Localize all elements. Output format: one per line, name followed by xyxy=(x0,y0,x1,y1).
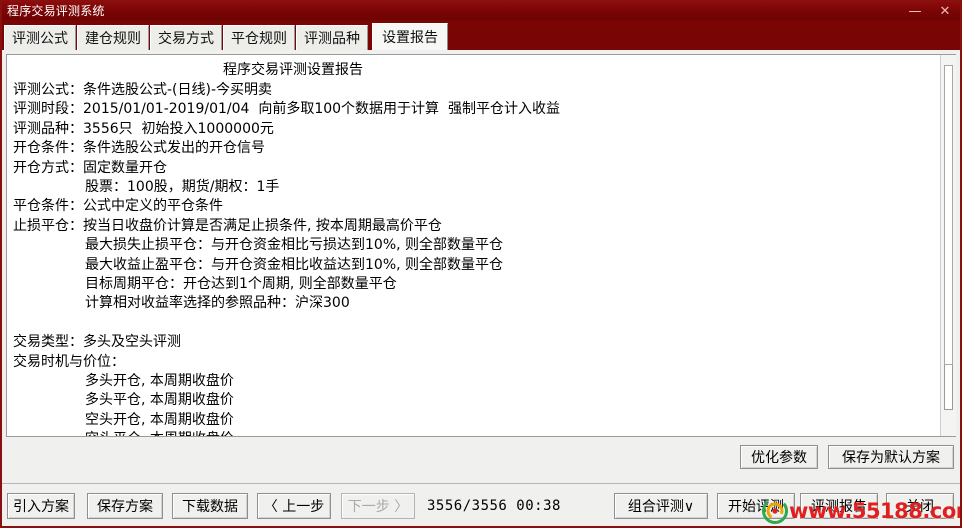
report-line: 空头开仓, 本周期收盘价 xyxy=(85,411,234,428)
bottom-right-button-0[interactable]: 组合评测∨ xyxy=(614,493,708,519)
status-text: 3556/3556 00:38 xyxy=(427,498,561,514)
window-title: 程序交易评测系统 xyxy=(7,4,105,18)
tab-3[interactable]: 平仓规则 xyxy=(223,25,295,50)
title-bar: 程序交易评测系统 — ✕ xyxy=(2,2,960,20)
report-line: 开仓条件：条件选股公式发出的开仓信号 xyxy=(13,140,265,157)
bottom-right-button-2[interactable]: 评测报告 xyxy=(800,493,878,519)
tab-1[interactable]: 建仓规则 xyxy=(77,25,149,50)
bottom-left-button-2[interactable]: 下载数据 xyxy=(172,493,248,519)
close-icon[interactable]: ✕ xyxy=(930,2,960,20)
tab-strip: 评测公式 建仓规则 交易方式 平仓规则 评测品种 设置报告 xyxy=(2,20,960,50)
tab-5-active[interactable]: 设置报告 xyxy=(372,23,448,50)
tab-2[interactable]: 交易方式 xyxy=(150,25,222,50)
report-text-area[interactable]: 程序交易评测设置报告 评测公式：条件选股公式-(日线)-今买明卖评测时段：201… xyxy=(7,55,937,436)
report-line: 多头平仓, 本周期收盘价 xyxy=(85,392,234,409)
report-line: 止损平仓：按当日收盘价计算是否满足止损条件, 按本周期最高价平仓 xyxy=(13,217,442,234)
application-window: 程序交易评测系统 — ✕ 评测公式 建仓规则 交易方式 平仓规则 评测品种 设置报告 程序… xyxy=(0,0,962,528)
bottom-left-button-3[interactable]: 〈 上一步 xyxy=(257,493,331,519)
bottom-right-button-1[interactable]: 开始评测 xyxy=(717,493,795,519)
bottom-left-button-4: 下一步 〉 xyxy=(341,493,415,519)
bottom-toolbar: 3556/3556 00:38 引入方案 保存方案 下载数据〈 上一步 下一步 〉 组合… xyxy=(2,486,960,526)
report-line: 交易时机与价位： xyxy=(13,353,125,370)
report-line: 最大收益止盈平仓：与开仓资金相比收益达到10%, 则全部数量平仓 xyxy=(85,256,504,273)
bottom-right-button-3[interactable]: 关闭 xyxy=(886,493,954,519)
report-title: 程序交易评测设置报告 xyxy=(223,62,363,78)
tab-4[interactable]: 评测品种 xyxy=(296,25,368,50)
report-blank-line xyxy=(13,314,937,333)
option-button-0[interactable]: 优化参数 xyxy=(740,445,818,469)
report-line: 最大损失止损平仓：与开仓资金相比亏损达到10%, 则全部数量平仓 xyxy=(85,237,504,254)
report-line: 评测公式：条件选股公式-(日线)-今买明卖 xyxy=(13,82,273,98)
scrollbar-thumb[interactable] xyxy=(944,65,953,365)
report-line: 多头开仓, 本周期收盘价 xyxy=(85,373,234,390)
report-line: 交易类型：多头及空头评测 xyxy=(13,334,181,351)
report-panel: 程序交易评测设置报告 评测公式：条件选股公式-(日线)-今买明卖评测时段：201… xyxy=(6,54,956,437)
report-line: 平仓条件：公式中定义的平仓条件 xyxy=(13,198,223,215)
report-line: 开仓方式：固定数量开仓 xyxy=(13,159,167,176)
option-button-1[interactable]: 保存为默认方案 xyxy=(828,445,954,469)
report-line: 股票：100股，期货/期权：1手 xyxy=(85,179,280,196)
options-button-row: 优化参数 保存为默认方案 xyxy=(2,442,960,476)
report-line: 目标周期平仓：开仓达到1个周期, 则全部数量平仓 xyxy=(85,276,397,293)
bottom-left-button-0[interactable]: 引入方案 xyxy=(7,493,75,519)
bottom-left-button-1[interactable]: 保存方案 xyxy=(87,493,163,519)
report-line: 评测品种：3556只 初始投入1000000元 xyxy=(13,120,274,137)
vertical-scrollbar[interactable] xyxy=(940,55,956,436)
report-line: 评测时段：2015/01/01-2019/01/04 向前多取100个数据用于计… xyxy=(13,101,560,118)
report-line: 计算相对收益率选择的参照品种：沪深300 xyxy=(85,295,350,312)
report-line: 空头平仓, 本周期收盘价 xyxy=(13,430,937,436)
minimize-icon[interactable]: — xyxy=(900,2,930,20)
tab-0[interactable]: 评测公式 xyxy=(4,25,76,50)
